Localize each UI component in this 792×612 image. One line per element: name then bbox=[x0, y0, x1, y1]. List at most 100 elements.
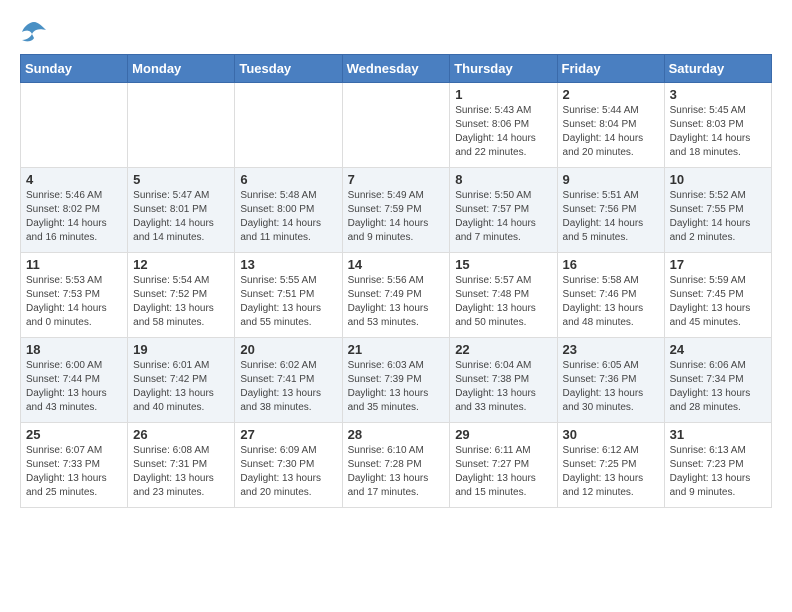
day-number: 7 bbox=[348, 172, 445, 187]
calendar-cell: 8 Sunrise: 5:50 AM Sunset: 7:57 PM Daylig… bbox=[450, 168, 557, 253]
page-header bbox=[20, 20, 772, 44]
calendar-cell: 13 Sunrise: 5:55 AM Sunset: 7:51 PM Dayli… bbox=[235, 253, 342, 338]
calendar-cell: 7 Sunrise: 5:49 AM Sunset: 7:59 PM Daylig… bbox=[342, 168, 450, 253]
calendar-cell: 9 Sunrise: 5:51 AM Sunset: 7:56 PM Daylig… bbox=[557, 168, 664, 253]
calendar-cell: 1 Sunrise: 5:43 AM Sunset: 8:06 PM Daylig… bbox=[450, 83, 557, 168]
day-info: Sunrise: 6:11 AM Sunset: 7:27 PM Dayligh… bbox=[455, 444, 551, 500]
day-info: Sunrise: 5:50 AM Sunset: 7:57 PM Dayligh… bbox=[455, 189, 551, 245]
day-info: Sunrise: 5:46 AM Sunset: 8:02 PM Dayligh… bbox=[26, 189, 122, 245]
calendar-cell: 15 Sunrise: 5:57 AM Sunset: 7:48 PM Dayli… bbox=[450, 253, 557, 338]
day-number: 1 bbox=[455, 87, 551, 102]
calendar-cell bbox=[235, 83, 342, 168]
day-number: 9 bbox=[563, 172, 659, 187]
calendar-header-row: SundayMondayTuesdayWednesdayThursdayFrid… bbox=[21, 55, 772, 83]
day-info: Sunrise: 5:56 AM Sunset: 7:49 PM Dayligh… bbox=[348, 274, 445, 330]
calendar-cell bbox=[21, 83, 128, 168]
day-number: 13 bbox=[240, 257, 336, 272]
day-number: 2 bbox=[563, 87, 659, 102]
day-number: 31 bbox=[670, 427, 766, 442]
day-number: 5 bbox=[133, 172, 229, 187]
day-info: Sunrise: 5:44 AM Sunset: 8:04 PM Dayligh… bbox=[563, 104, 659, 160]
calendar-cell: 10 Sunrise: 5:52 AM Sunset: 7:55 PM Dayli… bbox=[664, 168, 771, 253]
day-number: 21 bbox=[348, 342, 445, 357]
day-info: Sunrise: 6:02 AM Sunset: 7:41 PM Dayligh… bbox=[240, 359, 336, 415]
day-number: 12 bbox=[133, 257, 229, 272]
calendar-cell: 21 Sunrise: 6:03 AM Sunset: 7:39 PM Dayli… bbox=[342, 338, 450, 423]
calendar-cell: 4 Sunrise: 5:46 AM Sunset: 8:02 PM Daylig… bbox=[21, 168, 128, 253]
day-info: Sunrise: 6:03 AM Sunset: 7:39 PM Dayligh… bbox=[348, 359, 445, 415]
day-info: Sunrise: 6:01 AM Sunset: 7:42 PM Dayligh… bbox=[133, 359, 229, 415]
day-info: Sunrise: 6:10 AM Sunset: 7:28 PM Dayligh… bbox=[348, 444, 445, 500]
calendar-cell: 27 Sunrise: 6:09 AM Sunset: 7:30 PM Dayli… bbox=[235, 423, 342, 508]
day-number: 4 bbox=[26, 172, 122, 187]
day-info: Sunrise: 6:08 AM Sunset: 7:31 PM Dayligh… bbox=[133, 444, 229, 500]
day-info: Sunrise: 5:59 AM Sunset: 7:45 PM Dayligh… bbox=[670, 274, 766, 330]
calendar-cell: 17 Sunrise: 5:59 AM Sunset: 7:45 PM Dayli… bbox=[664, 253, 771, 338]
calendar-table: SundayMondayTuesdayWednesdayThursdayFrid… bbox=[20, 54, 772, 508]
calendar-cell bbox=[342, 83, 450, 168]
day-number: 27 bbox=[240, 427, 336, 442]
day-info: Sunrise: 5:47 AM Sunset: 8:01 PM Dayligh… bbox=[133, 189, 229, 245]
calendar-cell: 5 Sunrise: 5:47 AM Sunset: 8:01 PM Daylig… bbox=[128, 168, 235, 253]
day-header-thursday: Thursday bbox=[450, 55, 557, 83]
day-number: 15 bbox=[455, 257, 551, 272]
day-number: 25 bbox=[26, 427, 122, 442]
calendar-week-row: 4 Sunrise: 5:46 AM Sunset: 8:02 PM Daylig… bbox=[21, 168, 772, 253]
logo bbox=[20, 20, 52, 44]
day-info: Sunrise: 5:53 AM Sunset: 7:53 PM Dayligh… bbox=[26, 274, 122, 330]
day-header-tuesday: Tuesday bbox=[235, 55, 342, 83]
calendar-cell: 28 Sunrise: 6:10 AM Sunset: 7:28 PM Dayli… bbox=[342, 423, 450, 508]
day-info: Sunrise: 5:55 AM Sunset: 7:51 PM Dayligh… bbox=[240, 274, 336, 330]
day-info: Sunrise: 6:05 AM Sunset: 7:36 PM Dayligh… bbox=[563, 359, 659, 415]
day-info: Sunrise: 6:13 AM Sunset: 7:23 PM Dayligh… bbox=[670, 444, 766, 500]
day-number: 8 bbox=[455, 172, 551, 187]
day-info: Sunrise: 5:43 AM Sunset: 8:06 PM Dayligh… bbox=[455, 104, 551, 160]
calendar-cell: 19Sunrise: 6:01 AM Sunset: 7:42 PM Dayli… bbox=[128, 338, 235, 423]
calendar-cell: 11 Sunrise: 5:53 AM Sunset: 7:53 PM Dayli… bbox=[21, 253, 128, 338]
calendar-cell: 3Sunrise: 5:45 AM Sunset: 8:03 PM Daylig… bbox=[664, 83, 771, 168]
day-info: Sunrise: 5:58 AM Sunset: 7:46 PM Dayligh… bbox=[563, 274, 659, 330]
day-info: Sunrise: 6:07 AM Sunset: 7:33 PM Dayligh… bbox=[26, 444, 122, 500]
calendar-cell: 6 Sunrise: 5:48 AM Sunset: 8:00 PM Daylig… bbox=[235, 168, 342, 253]
calendar-cell: 29 Sunrise: 6:11 AM Sunset: 7:27 PM Dayli… bbox=[450, 423, 557, 508]
day-info: Sunrise: 5:52 AM Sunset: 7:55 PM Dayligh… bbox=[670, 189, 766, 245]
day-number: 29 bbox=[455, 427, 551, 442]
calendar-week-row: 18Sunrise: 6:00 AM Sunset: 7:44 PM Dayli… bbox=[21, 338, 772, 423]
day-info: Sunrise: 5:45 AM Sunset: 8:03 PM Dayligh… bbox=[670, 104, 766, 160]
calendar-cell: 12 Sunrise: 5:54 AM Sunset: 7:52 PM Dayli… bbox=[128, 253, 235, 338]
calendar-week-row: 25 Sunrise: 6:07 AM Sunset: 7:33 PM Dayli… bbox=[21, 423, 772, 508]
day-number: 6 bbox=[240, 172, 336, 187]
day-number: 11 bbox=[26, 257, 122, 272]
calendar-cell: 24 Sunrise: 6:06 AM Sunset: 7:34 PM Dayli… bbox=[664, 338, 771, 423]
day-info: Sunrise: 6:09 AM Sunset: 7:30 PM Dayligh… bbox=[240, 444, 336, 500]
day-info: Sunrise: 5:48 AM Sunset: 8:00 PM Dayligh… bbox=[240, 189, 336, 245]
day-info: Sunrise: 6:04 AM Sunset: 7:38 PM Dayligh… bbox=[455, 359, 551, 415]
day-number: 23 bbox=[563, 342, 659, 357]
calendar-cell: 18Sunrise: 6:00 AM Sunset: 7:44 PM Dayli… bbox=[21, 338, 128, 423]
day-header-saturday: Saturday bbox=[664, 55, 771, 83]
calendar-cell: 16Sunrise: 5:58 AM Sunset: 7:46 PM Dayli… bbox=[557, 253, 664, 338]
calendar-week-row: 11 Sunrise: 5:53 AM Sunset: 7:53 PM Dayli… bbox=[21, 253, 772, 338]
day-info: Sunrise: 6:06 AM Sunset: 7:34 PM Dayligh… bbox=[670, 359, 766, 415]
day-number: 10 bbox=[670, 172, 766, 187]
day-info: Sunrise: 5:57 AM Sunset: 7:48 PM Dayligh… bbox=[455, 274, 551, 330]
day-info: Sunrise: 6:12 AM Sunset: 7:25 PM Dayligh… bbox=[563, 444, 659, 500]
day-number: 24 bbox=[670, 342, 766, 357]
day-number: 20 bbox=[240, 342, 336, 357]
day-number: 18 bbox=[26, 342, 122, 357]
day-info: Sunrise: 5:54 AM Sunset: 7:52 PM Dayligh… bbox=[133, 274, 229, 330]
day-number: 14 bbox=[348, 257, 445, 272]
day-number: 30 bbox=[563, 427, 659, 442]
calendar-cell: 26Sunrise: 6:08 AM Sunset: 7:31 PM Dayli… bbox=[128, 423, 235, 508]
calendar-cell bbox=[128, 83, 235, 168]
calendar-cell: 14 Sunrise: 5:56 AM Sunset: 7:49 PM Dayli… bbox=[342, 253, 450, 338]
calendar-cell: 30 Sunrise: 6:12 AM Sunset: 7:25 PM Dayli… bbox=[557, 423, 664, 508]
day-info: Sunrise: 5:51 AM Sunset: 7:56 PM Dayligh… bbox=[563, 189, 659, 245]
day-header-wednesday: Wednesday bbox=[342, 55, 450, 83]
day-number: 28 bbox=[348, 427, 445, 442]
day-info: Sunrise: 5:49 AM Sunset: 7:59 PM Dayligh… bbox=[348, 189, 445, 245]
calendar-cell: 31 Sunrise: 6:13 AM Sunset: 7:23 PM Dayli… bbox=[664, 423, 771, 508]
day-number: 17 bbox=[670, 257, 766, 272]
day-header-sunday: Sunday bbox=[21, 55, 128, 83]
calendar-cell: 20 Sunrise: 6:02 AM Sunset: 7:41 PM Dayli… bbox=[235, 338, 342, 423]
